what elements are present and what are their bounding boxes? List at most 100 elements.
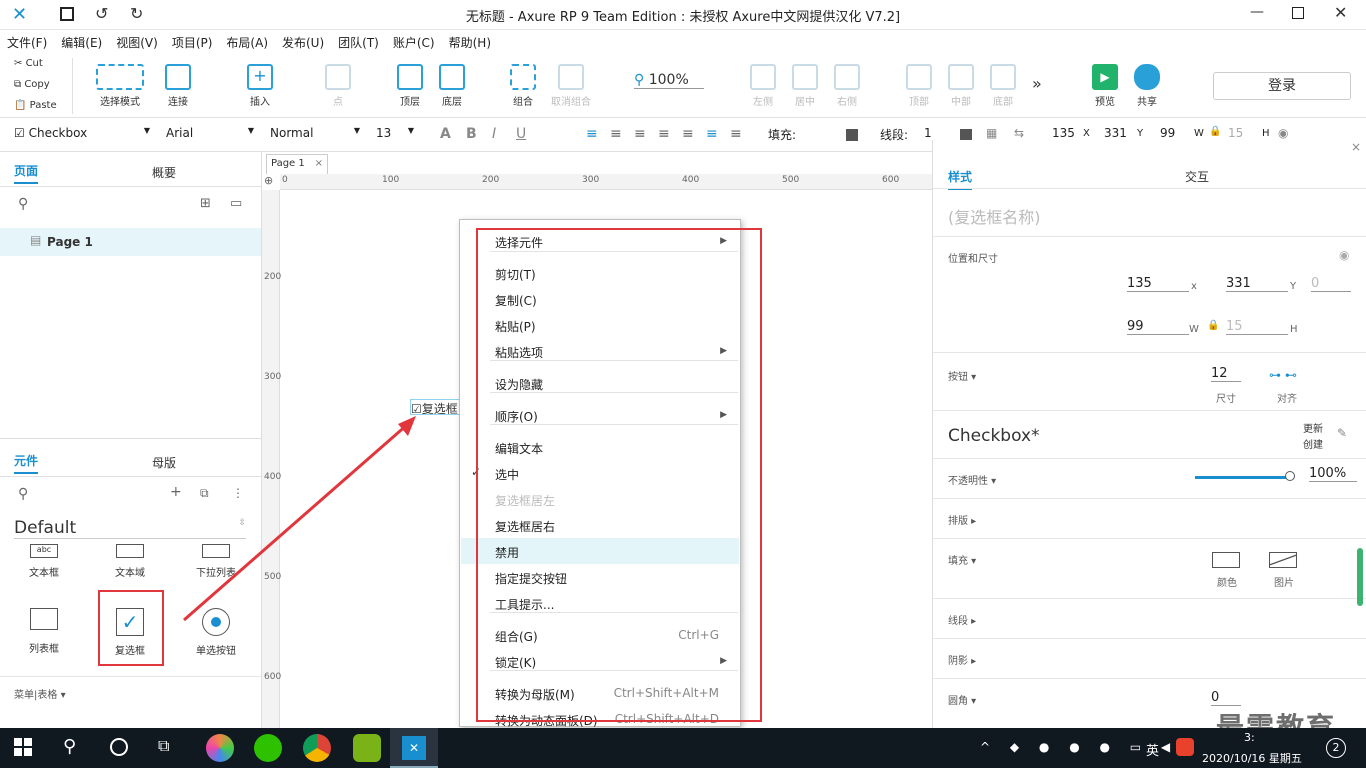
menu-help[interactable]: 帮助(H) (442, 30, 498, 51)
button-align-icon[interactable]: ⊶ ⊷ (1269, 368, 1297, 382)
clock-time[interactable]: 3: (1244, 731, 1255, 744)
cortana-icon[interactable] (110, 738, 128, 756)
rotation-input[interactable]: 0 (1311, 276, 1351, 292)
fill-section[interactable]: 填充 ▾ (948, 552, 976, 567)
align-middle-button[interactable]: 中部 (941, 54, 981, 108)
format-w-value[interactable]: 99 (1160, 126, 1175, 140)
button-size-input[interactable]: 12 (1211, 366, 1241, 382)
y-input[interactable]: 331 (1226, 276, 1288, 292)
font-size-dropdown[interactable]: 13 ▼ (376, 126, 416, 140)
widget-search-icon[interactable]: ⚲ (18, 486, 28, 502)
preview-button[interactable]: ▶ 预览 (1085, 54, 1125, 108)
menu-view[interactable]: 视图(V) (109, 30, 165, 51)
format-y-value[interactable]: 331 (1104, 126, 1127, 140)
edit-style-icon[interactable]: ✎ (1337, 426, 1347, 440)
wechat-app-icon[interactable] (254, 734, 282, 762)
clock-date[interactable]: 2020/10/16 星期五 (1202, 750, 1302, 766)
style-name[interactable]: Checkbox* (948, 426, 1040, 446)
justify-text-icon[interactable]: ≡ (658, 126, 670, 142)
opacity-input[interactable]: 100% (1309, 466, 1357, 482)
page-item-page1[interactable]: ▤ Page 1 (0, 228, 261, 256)
tab-interactions[interactable]: 交互 (1185, 168, 1209, 185)
add-page-icon[interactable]: ⊞ (200, 196, 211, 211)
tab-pages[interactable]: 页面 (0, 162, 130, 186)
valign-bottom-icon[interactable]: ≡ (730, 126, 742, 142)
select-mode-button[interactable]: 选择模式 (92, 54, 148, 108)
visibility-eye-icon[interactable]: ◉ (1339, 248, 1349, 262)
menu-layout[interactable]: 布局(A) (219, 30, 275, 51)
h-input[interactable]: 15 (1226, 319, 1288, 335)
chrome-app-icon[interactable] (303, 734, 331, 762)
line-width-value[interactable]: 1 (924, 126, 932, 140)
format-h-value[interactable]: 15 (1228, 126, 1243, 140)
taskbar-search-icon[interactable]: ⚲ (63, 736, 76, 757)
aspect-lock-icon[interactable]: 🔒 (1207, 320, 1219, 331)
page-tab[interactable]: Page 1 × (266, 154, 328, 174)
align-center-button[interactable]: 居中 (785, 54, 825, 108)
bring-to-front-button[interactable]: 顶层 (390, 54, 430, 108)
font-family-dropdown[interactable]: Arial ▼ (166, 126, 256, 140)
photos-app-icon[interactable] (206, 734, 234, 762)
add-folder-icon[interactable]: ▭ (230, 196, 242, 211)
close-tab-icon[interactable]: × (315, 158, 323, 169)
align-left-text-icon[interactable]: ≡ (586, 126, 598, 142)
align-bottom-button[interactable]: 底部 (983, 54, 1023, 108)
menu-account[interactable]: 账户(C) (386, 30, 442, 51)
valign-middle-icon[interactable]: ≡ (706, 126, 718, 142)
widget-textarea[interactable]: 文本域 (100, 544, 160, 579)
close-pane-icon[interactable]: × (1351, 140, 1361, 154)
connect-button[interactable]: 连接 (158, 54, 198, 108)
visibility-eye-icon[interactable]: ◉ (1278, 126, 1288, 140)
point-button[interactable]: 点 (318, 54, 358, 108)
corner-section[interactable]: 圆角 ▾ (948, 692, 976, 707)
update-style-link[interactable]: 更新 (1303, 420, 1323, 435)
task-view-icon[interactable]: ⧉ (158, 736, 169, 756)
x-input[interactable]: 135 (1127, 276, 1189, 292)
arrow-style-icon[interactable]: ⇆ (1014, 126, 1024, 140)
lock-icon[interactable]: 🔒 (1209, 126, 1221, 137)
scrollbar[interactable] (1357, 548, 1363, 606)
align-right-text-icon[interactable]: ≡ (634, 126, 646, 142)
bold-button[interactable]: A (440, 126, 451, 142)
menu-edit[interactable]: 编辑(E) (54, 30, 109, 51)
menu-team[interactable]: 团队(T) (331, 30, 386, 51)
group-button[interactable]: 组合 (503, 54, 543, 108)
tab-outline[interactable]: 概要 (152, 164, 176, 181)
menu-file[interactable]: 文件(F) (0, 30, 54, 51)
italic-button[interactable]: I (492, 126, 496, 142)
green-app-icon[interactable] (353, 734, 381, 762)
align-right-button[interactable]: 右侧 (827, 54, 867, 108)
widget-type-dropdown[interactable]: ☑ Checkbox ▼ (14, 126, 154, 140)
valign-top-icon[interactable]: ≡ (682, 126, 694, 142)
fill-color-button[interactable] (1212, 552, 1240, 568)
close-button[interactable]: ✕ (1334, 3, 1347, 22)
font-style-dropdown[interactable]: Normal ▼ (270, 126, 362, 140)
typography-section[interactable]: 排版 ▸ (948, 512, 976, 527)
copy-button[interactable]: ⧉ Copy (14, 79, 50, 90)
insert-button[interactable]: + 插入 (240, 54, 280, 108)
tab-masters[interactable]: 母版 (152, 454, 176, 471)
w-input[interactable]: 99 (1127, 319, 1189, 335)
fill-image-button[interactable] (1269, 552, 1297, 568)
notification-icon[interactable]: 2 (1326, 738, 1346, 758)
login-button[interactable]: 登录 (1213, 72, 1351, 100)
format-x-value[interactable]: 135 (1052, 126, 1075, 140)
bold-b-button[interactable]: B (466, 126, 477, 142)
corner-radius-input[interactable]: 0 (1211, 690, 1241, 706)
ungroup-button[interactable]: 取消组合 (547, 54, 595, 108)
tab-style[interactable]: 样式 (948, 168, 973, 190)
share-button[interactable]: 共享 (1127, 54, 1167, 108)
button-section[interactable]: 按钮 ▾ (948, 368, 976, 383)
more-chevron-icon[interactable]: » (1032, 74, 1042, 93)
maximize-button[interactable] (1292, 7, 1304, 19)
line-pattern-icon[interactable]: ▦ (986, 126, 997, 140)
paste-button[interactable]: 📋 Paste (14, 100, 57, 111)
widget-listbox[interactable]: 列表框 (14, 608, 74, 655)
opacity-slider-handle[interactable] (1285, 471, 1295, 481)
create-style-link[interactable]: 创建 (1303, 436, 1323, 451)
align-top-button[interactable]: 顶部 (899, 54, 939, 108)
cut-button[interactable]: ✂ Cut (14, 58, 43, 69)
opacity-slider[interactable] (1195, 476, 1291, 479)
tab-widgets[interactable]: 元件 (0, 452, 130, 474)
menu-project[interactable]: 项目(P) (165, 30, 220, 51)
